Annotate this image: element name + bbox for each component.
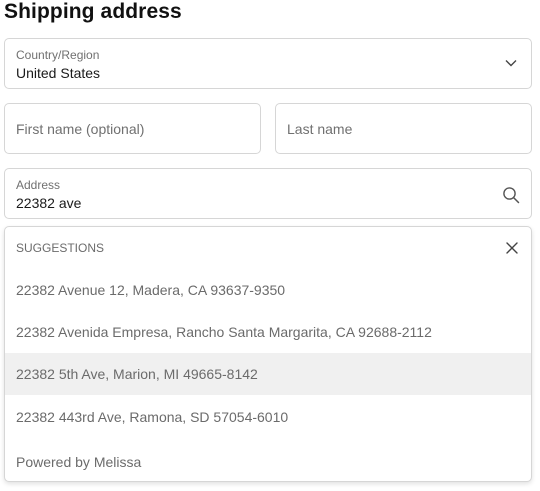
first-name-field[interactable]: First name (optional): [4, 103, 261, 154]
address-field[interactable]: Address 22382 ave: [4, 168, 532, 219]
last-name-field[interactable]: Last name: [275, 103, 532, 154]
country-value: United States: [16, 65, 101, 81]
suggestions-header: SUGGESTIONS: [16, 241, 105, 255]
address-value: 22382 ave: [16, 195, 82, 211]
suggestion-item[interactable]: 22382 443rd Ave, Ramona, SD 57054-6010: [5, 396, 531, 438]
suggestion-item-highlighted[interactable]: 22382 5th Ave, Marion, MI 49665-8142: [5, 353, 531, 395]
first-name-placeholder: First name (optional): [16, 121, 145, 137]
country-select[interactable]: Country/Region United States: [4, 38, 532, 89]
address-label: Address: [16, 178, 61, 192]
powered-by-text: Powered by Melissa: [16, 454, 142, 470]
close-icon[interactable]: [503, 239, 521, 257]
page-title: Shipping address: [4, 0, 182, 23]
suggestions-dropdown: SUGGESTIONS 22382 Avenue 12, Madera, CA …: [4, 226, 532, 482]
search-icon[interactable]: [501, 185, 521, 205]
suggestion-item[interactable]: 22382 Avenue 12, Madera, CA 93637-9350: [5, 269, 531, 311]
suggestion-item[interactable]: 22382 Avenida Empresa, Rancho Santa Marg…: [5, 311, 531, 353]
last-name-placeholder: Last name: [287, 121, 353, 137]
chevron-down-icon: [503, 55, 519, 71]
country-label: Country/Region: [16, 48, 100, 62]
